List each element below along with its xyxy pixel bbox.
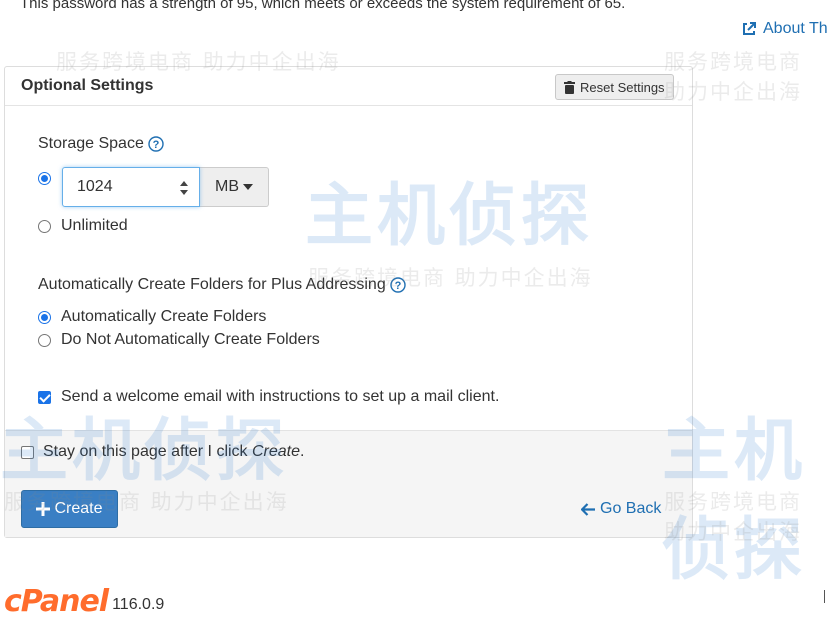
panel-footer: Stay on this page after I click Create. … (5, 430, 692, 537)
storage-unlimited-label: Unlimited (61, 217, 128, 234)
optional-settings-panel: Optional Settings Reset Settings Storage… (4, 66, 693, 538)
auto-create-folders-label: Automatically Create Folders (61, 308, 267, 325)
caret-down-icon (243, 184, 253, 190)
stay-on-page-option[interactable]: Stay on this page after I click Create. (21, 443, 304, 461)
password-strength-note: This password has a strength of 95, whic… (20, 0, 626, 12)
reset-settings-button[interactable]: Reset Settings (555, 74, 674, 100)
create-button-label: Create (54, 500, 103, 517)
no-auto-create-folders-radio[interactable] (38, 333, 51, 347)
welcome-email-checkbox[interactable] (38, 390, 51, 404)
storage-unit-label: MB (215, 178, 239, 195)
trash-icon (564, 80, 575, 94)
svg-text:?: ? (394, 280, 401, 292)
no-auto-create-folders-option[interactable]: Do Not Automatically Create Folders (38, 331, 320, 349)
go-back-label: Go Back (600, 500, 662, 517)
svg-text:?: ? (152, 139, 159, 151)
storage-limited-radio[interactable] (38, 172, 51, 185)
storage-unit-dropdown[interactable]: MB (200, 167, 269, 207)
welcome-email-label: Send a welcome email with instructions t… (61, 388, 500, 405)
stay-label-prefix: Stay on this page after I click (43, 443, 252, 460)
edge-divider (824, 590, 825, 603)
number-spinner-icon[interactable] (179, 179, 189, 197)
storage-unlimited-radio[interactable] (38, 219, 51, 233)
storage-quota-input[interactable]: 1024 (62, 167, 200, 207)
auto-create-folders-radio[interactable] (38, 310, 51, 324)
help-icon[interactable]: ? (148, 136, 164, 152)
create-button[interactable]: Create (21, 490, 118, 528)
storage-unlimited-option[interactable]: Unlimited (38, 217, 128, 235)
help-icon[interactable]: ? (390, 277, 406, 293)
auto-create-folders-option[interactable]: Automatically Create Folders (38, 308, 266, 326)
go-back-link[interactable]: Go Back (581, 500, 661, 518)
reset-settings-label: Reset Settings (580, 79, 665, 95)
storage-space-label: Storage Space ? (38, 135, 164, 153)
plus-addressing-label-text: Automatically Create Folders for Plus Ad… (38, 276, 386, 293)
arrow-left-icon (581, 502, 595, 516)
plus-icon (36, 502, 51, 516)
external-link-icon (743, 22, 756, 35)
about-link[interactable]: About Th (741, 20, 828, 38)
stay-on-page-checkbox[interactable] (21, 445, 34, 459)
stay-label-emphasis: Create (252, 443, 301, 460)
panel-heading: Optional Settings Reset Settings (5, 67, 692, 106)
storage-quota-value: 1024 (77, 178, 113, 195)
plus-addressing-label: Automatically Create Folders for Plus Ad… (38, 276, 406, 294)
welcome-email-option[interactable]: Send a welcome email with instructions t… (38, 388, 499, 406)
storage-space-label-text: Storage Space (38, 135, 144, 152)
stay-on-page-label: Stay on this page after I click Create. (43, 443, 304, 461)
about-link-label: About Th (763, 20, 828, 37)
panel-title: Optional Settings (21, 77, 154, 94)
quota-input-group: 1024 MB (62, 167, 269, 207)
no-auto-create-folders-label: Do Not Automatically Create Folders (61, 331, 320, 348)
cpanel-version: 116.0.9 (112, 596, 165, 613)
stay-label-suffix: . (300, 443, 305, 460)
cpanel-branding: cPanel 116.0.9 (4, 586, 164, 618)
cpanel-logo: cPanel (4, 584, 109, 618)
